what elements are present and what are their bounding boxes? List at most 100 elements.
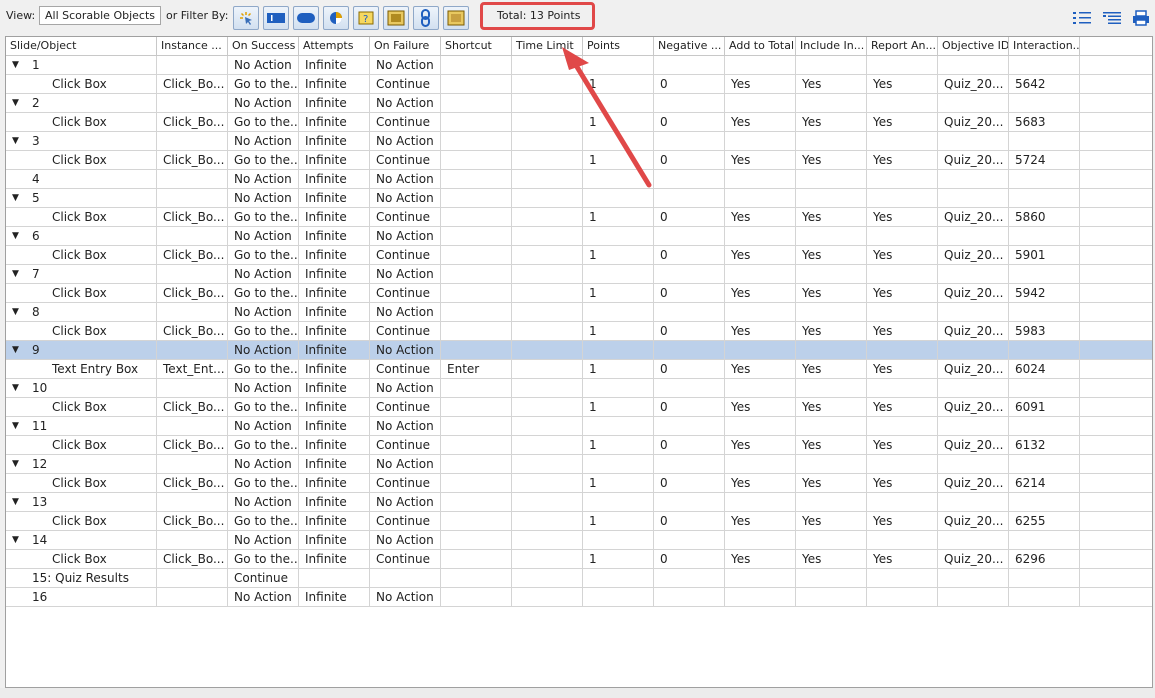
col-negative-header[interactable]: Negative ... [654, 37, 725, 55]
col-interaction-header[interactable]: Interaction... [1009, 37, 1080, 55]
report-cell: Yes [867, 75, 938, 94]
object-row[interactable]: Click Box Click_Bo... Go to the... Infinite… [6, 208, 1152, 227]
object-row[interactable]: Click Box Click_Bo... Go to the... Infinite… [6, 398, 1152, 417]
object-row[interactable]: Click Box Click_Bo... Go to the... Infinite… [6, 322, 1152, 341]
expand-collapse-icon[interactable]: ▼ [12, 379, 19, 397]
report-cell [867, 303, 938, 322]
image-filter-button[interactable] [383, 6, 409, 30]
hotspot-filter-button[interactable] [443, 6, 469, 30]
points-cell [583, 417, 654, 436]
slide-object-cell: 4 [6, 170, 157, 189]
negative-cell: 0 [654, 550, 725, 569]
time-limit-cell [512, 493, 583, 512]
slide-row[interactable]: ▼ 11 No Action Infinite No Action [6, 417, 1152, 436]
click-box-filter-button[interactable] [233, 6, 259, 30]
expand-collapse-icon[interactable]: ▼ [12, 493, 19, 511]
button-filter-button[interactable] [293, 6, 319, 30]
object-row[interactable]: Click Box Click_Bo... Go to the... Infinite… [6, 512, 1152, 531]
col-points-header[interactable]: Points [583, 37, 654, 55]
slide-row[interactable]: ▼ 5 No Action Infinite No Action [6, 189, 1152, 208]
interaction-cell: 6255 [1009, 512, 1080, 531]
col-add-to-total-header[interactable]: Add to Total [725, 37, 796, 55]
negative-cell [654, 265, 725, 284]
slide-row[interactable]: ▼ 12 No Action Infinite No Action [6, 455, 1152, 474]
slide-row[interactable]: 15: Quiz Results Continue [6, 569, 1152, 588]
col-slide-object-header[interactable]: Slide/Object [6, 37, 157, 55]
indent-list-icon[interactable] [1072, 10, 1092, 29]
grid-header: Slide/Object Instance ... On Success Attemp… [6, 37, 1152, 56]
slide-row[interactable]: ▼ 2 No Action Infinite No Action [6, 94, 1152, 113]
link-filter-button[interactable] [413, 6, 439, 30]
slide-row[interactable]: 4 No Action Infinite No Action [6, 170, 1152, 189]
slide-row[interactable]: ▼ 6 No Action Infinite No Action [6, 227, 1152, 246]
slide-row[interactable]: ▼ 8 No Action Infinite No Action [6, 303, 1152, 322]
attempts-cell: Infinite [299, 227, 370, 246]
col-report-header[interactable]: Report An... [867, 37, 938, 55]
col-on-failure-header[interactable]: On Failure [370, 37, 441, 55]
outdent-list-icon[interactable] [1102, 10, 1122, 29]
object-row[interactable]: Click Box Click_Bo... Go to the... Infinite… [6, 113, 1152, 132]
negative-cell: 0 [654, 360, 725, 379]
chart-filter-button[interactable] [323, 6, 349, 30]
attempts-cell: Infinite [299, 284, 370, 303]
slide-row[interactable]: ▼ 7 No Action Infinite No Action [6, 265, 1152, 284]
interaction-cell [1009, 227, 1080, 246]
col-on-success-header[interactable]: On Success [228, 37, 299, 55]
attempts-cell: Infinite [299, 246, 370, 265]
expand-collapse-icon[interactable]: ▼ [12, 189, 19, 207]
object-row[interactable]: Click Box Click_Bo... Go to the... Infinite… [6, 75, 1152, 94]
instance-cell [157, 94, 228, 113]
expand-collapse-icon[interactable]: ▼ [12, 94, 19, 112]
object-row[interactable]: Click Box Click_Bo... Go to the... Infinite… [6, 284, 1152, 303]
expand-collapse-icon[interactable]: ▼ [12, 531, 19, 549]
slide-row[interactable]: ▼ 1 No Action Infinite No Action [6, 56, 1152, 75]
expand-collapse-icon[interactable]: ▼ [12, 56, 19, 74]
expand-collapse-icon[interactable]: ▼ [12, 303, 19, 321]
slide-row[interactable]: ▼ 10 No Action Infinite No Action [6, 379, 1152, 398]
question-filter-button[interactable]: ? [353, 6, 379, 30]
object-row[interactable]: Click Box Click_Bo... Go to the... Infinite… [6, 474, 1152, 493]
slide-row[interactable]: ▼ 9 No Action Infinite No Action [6, 341, 1152, 360]
slide-object-cell: ▼ 14 [6, 531, 157, 550]
object-row[interactable]: Click Box Click_Bo... Go to the... Infinite… [6, 550, 1152, 569]
shortcut-cell [441, 303, 512, 322]
expand-collapse-icon[interactable]: ▼ [12, 341, 19, 359]
view-dropdown[interactable]: All Scorable Objects [39, 6, 161, 25]
object-row[interactable]: Click Box Click_Bo... Go to the... Infinite… [6, 436, 1152, 455]
expand-collapse-icon[interactable]: ▼ [12, 417, 19, 435]
include-cell: Yes [796, 360, 867, 379]
col-include-header[interactable]: Include In... [796, 37, 867, 55]
instance-cell: Click_Bo... [157, 113, 228, 132]
object-row[interactable]: Click Box Click_Bo... Go to the... Infinite… [6, 151, 1152, 170]
negative-cell: 0 [654, 151, 725, 170]
on-success-cell: No Action [228, 56, 299, 75]
col-shortcut-header[interactable]: Shortcut [441, 37, 512, 55]
row-label: 6 [32, 229, 40, 243]
on-failure-cell: No Action [370, 455, 441, 474]
slide-row[interactable]: ▼ 3 No Action Infinite No Action [6, 132, 1152, 151]
col-instance-header[interactable]: Instance ... [157, 37, 228, 55]
points-cell: 1 [583, 208, 654, 227]
object-row[interactable]: Click Box Click_Bo... Go to the... Infinite… [6, 246, 1152, 265]
expand-collapse-icon[interactable]: ▼ [12, 455, 19, 473]
object-row[interactable]: Text Entry Box Text_Ent... Go to the... Inf… [6, 360, 1152, 379]
interaction-cell [1009, 455, 1080, 474]
text-entry-box-filter-button[interactable] [263, 6, 289, 30]
col-attempts-header[interactable]: Attempts [299, 37, 370, 55]
expand-collapse-icon[interactable]: ▼ [12, 227, 19, 245]
on-success-cell: No Action [228, 265, 299, 284]
col-time-limit-header[interactable]: Time Limit [512, 37, 583, 55]
slide-row[interactable]: ▼ 14 No Action Infinite No Action [6, 531, 1152, 550]
slide-row[interactable]: ▼ 13 No Action Infinite No Action [6, 493, 1152, 512]
time-limit-cell [512, 436, 583, 455]
objective-id-cell: Quiz_20... [938, 474, 1009, 493]
slide-row[interactable]: 16 No Action Infinite No Action [6, 588, 1152, 607]
report-cell: Yes [867, 550, 938, 569]
attempts-cell: Infinite [299, 56, 370, 75]
points-cell: 1 [583, 550, 654, 569]
col-objective-id-header[interactable]: Objective ID [938, 37, 1009, 55]
print-icon[interactable] [1132, 10, 1150, 29]
expand-collapse-icon[interactable]: ▼ [12, 265, 19, 283]
slide-object-cell: Click Box [6, 113, 157, 132]
expand-collapse-icon[interactable]: ▼ [12, 132, 19, 150]
